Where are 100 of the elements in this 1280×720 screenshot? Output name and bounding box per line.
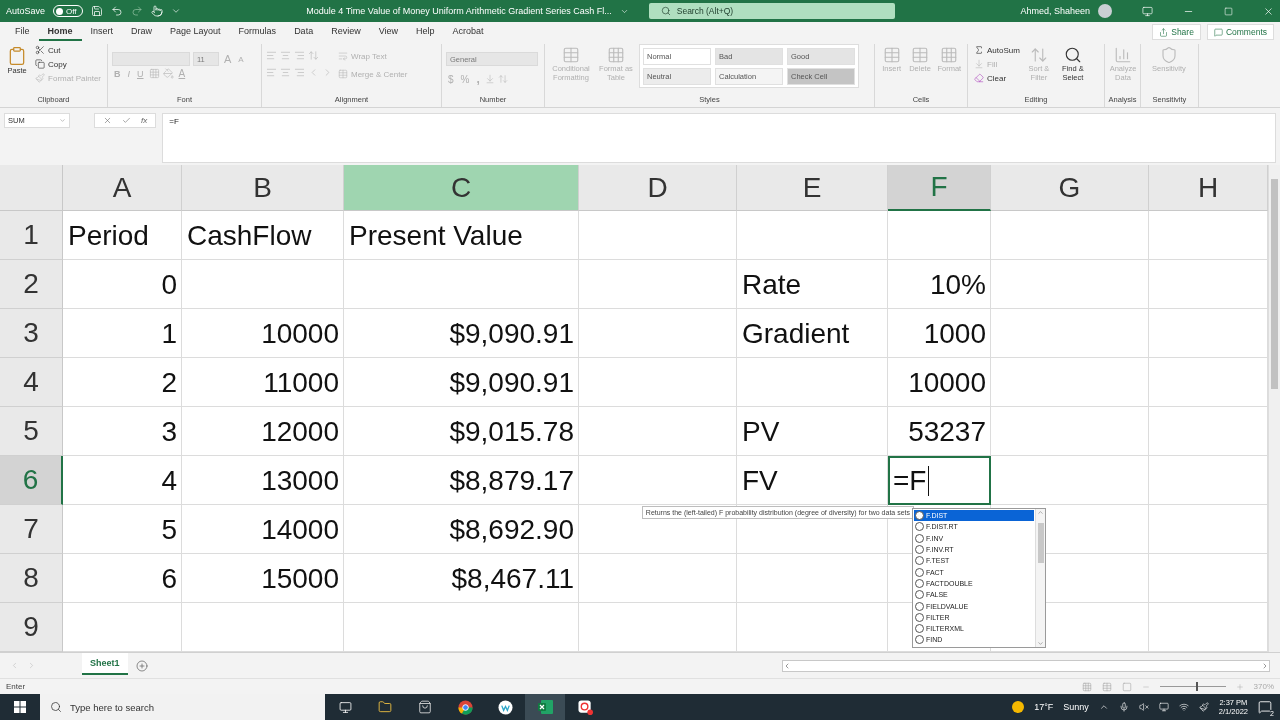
save-icon — [90, 5, 103, 17]
table-cell: 10% — [929, 268, 986, 301]
search-icon — [660, 6, 671, 16]
caret-icon — [59, 117, 66, 124]
table-cell: FV — [742, 464, 778, 497]
merge-icon — [338, 69, 348, 79]
orientation-icon — [308, 50, 319, 61]
font-name-field[interactable] — [112, 52, 190, 66]
row-header[interactable]: 9 — [0, 603, 63, 652]
table-cell: $9,090.91 — [449, 317, 574, 350]
sun-icon — [1012, 701, 1025, 713]
sigma-icon — [974, 45, 984, 55]
table-cell: 12000 — [261, 415, 339, 448]
previous-sheet-icon — [10, 661, 19, 670]
row-header[interactable]: 3 — [0, 309, 63, 358]
table-cell: PV — [742, 415, 780, 448]
table-cell: 5 — [161, 513, 177, 546]
row-header[interactable]: 2 — [0, 260, 63, 309]
notification-icon — [1258, 700, 1272, 714]
ribbon-tab[interactable]: File — [6, 23, 39, 41]
touch-mode-icon — [150, 5, 163, 17]
column-header[interactable]: A — [63, 165, 182, 211]
cut-button[interactable]: Cut — [33, 44, 103, 56]
share-button[interactable]: Share — [1152, 24, 1201, 40]
muted-speaker-icon — [1138, 702, 1149, 712]
table-cell: 2 — [161, 366, 177, 399]
table-cell: CashFlow — [187, 219, 312, 252]
ribbon-tab[interactable]: View — [369, 23, 407, 41]
column-header[interactable]: B — [182, 165, 344, 211]
ribbon-tab[interactable]: Page Layout — [161, 23, 230, 41]
column-header[interactable]: E — [737, 165, 888, 211]
row-header[interactable]: 5 — [0, 407, 63, 456]
zoom-level: 370% — [1253, 682, 1274, 691]
column-header[interactable]: C — [344, 165, 579, 211]
horizontal-scrollbar[interactable] — [782, 659, 1270, 672]
formula-field[interactable]: =F — [162, 113, 1276, 163]
ribbon-tab[interactable]: Help — [407, 23, 444, 41]
enter-icon — [122, 116, 131, 125]
close-icon — [1263, 5, 1274, 17]
shield-icon — [1160, 46, 1178, 64]
user-name: Ahmed, Shaheen — [1020, 6, 1090, 16]
table-cell: 1 — [161, 317, 177, 350]
table-cell: 13000 — [261, 464, 339, 497]
table-cell: 3 — [161, 415, 177, 448]
align-bottom-icon — [294, 50, 305, 61]
scroll-up-icon — [1037, 509, 1044, 516]
restore-icon — [1224, 6, 1233, 16]
table-cell: 0 — [161, 268, 177, 301]
active-cell[interactable]: =F — [888, 456, 991, 505]
search-field[interactable]: Search (Alt+Q) — [648, 3, 895, 19]
align-left-icon — [266, 67, 277, 78]
row-header[interactable]: 7 — [0, 505, 63, 554]
table-icon — [562, 46, 580, 64]
paintbrush-icon — [35, 73, 46, 83]
table-cell: Gradient — [742, 317, 850, 350]
scroll-down-icon — [1037, 639, 1044, 647]
table-cell: 6 — [161, 562, 177, 595]
temperature: 17°F — [1034, 702, 1054, 712]
column-header[interactable]: F — [888, 165, 991, 211]
column-header[interactable]: H — [1149, 165, 1268, 211]
weather-label: Sunny — [1063, 702, 1089, 712]
sheet-tab[interactable]: Sheet1 — [82, 652, 128, 675]
row-header[interactable]: 4 — [0, 358, 63, 407]
align-right-icon — [294, 67, 305, 78]
comments-button[interactable]: Comments — [1206, 24, 1274, 40]
ribbon-tab[interactable]: Data — [285, 23, 323, 41]
add-sheet-icon — [135, 659, 148, 672]
copy-button[interactable]: Copy — [33, 58, 103, 70]
autosave-label: AutoSave — [6, 6, 46, 16]
column-header[interactable]: D — [579, 165, 737, 211]
comment-icon — [1213, 27, 1223, 37]
share-icon — [1159, 27, 1169, 37]
row-header[interactable]: 6 — [0, 456, 63, 505]
row-header[interactable]: 1 — [0, 211, 63, 260]
taskbar-search[interactable]: Type here to search — [40, 694, 325, 720]
row-header[interactable]: 8 — [0, 554, 63, 603]
clear-button[interactable]: Clear — [972, 72, 1022, 84]
align-middle-icon — [280, 50, 291, 61]
table-cell: Rate — [742, 268, 802, 301]
column-header[interactable]: G — [991, 165, 1149, 211]
ribbon-tab[interactable]: Insert — [81, 23, 123, 41]
normal-view-icon — [1081, 681, 1092, 692]
ribbon-tab[interactable]: Acrobat — [443, 23, 493, 41]
ribbon-display-icon — [1142, 5, 1153, 17]
fill-down-icon — [974, 59, 984, 69]
ribbon-tab[interactable]: Review — [322, 23, 370, 41]
insert-function-label: fx — [141, 116, 148, 125]
vertical-scrollbar[interactable] — [1268, 165, 1280, 652]
bag-icon — [418, 700, 432, 714]
record-icon — [577, 699, 593, 715]
borders-icon — [148, 68, 160, 79]
ribbon-tab[interactable]: Draw — [122, 23, 162, 41]
autosum-button[interactable]: AutoSum — [972, 44, 1022, 56]
page-layout-icon — [1101, 681, 1112, 692]
next-sheet-icon — [27, 661, 36, 670]
zoom-in-icon — [1235, 682, 1244, 691]
scissors-icon — [35, 45, 46, 55]
cancel-icon — [103, 116, 112, 125]
table-cell: 4 — [161, 464, 177, 497]
ribbon-tab[interactable]: Formulas — [229, 23, 286, 41]
